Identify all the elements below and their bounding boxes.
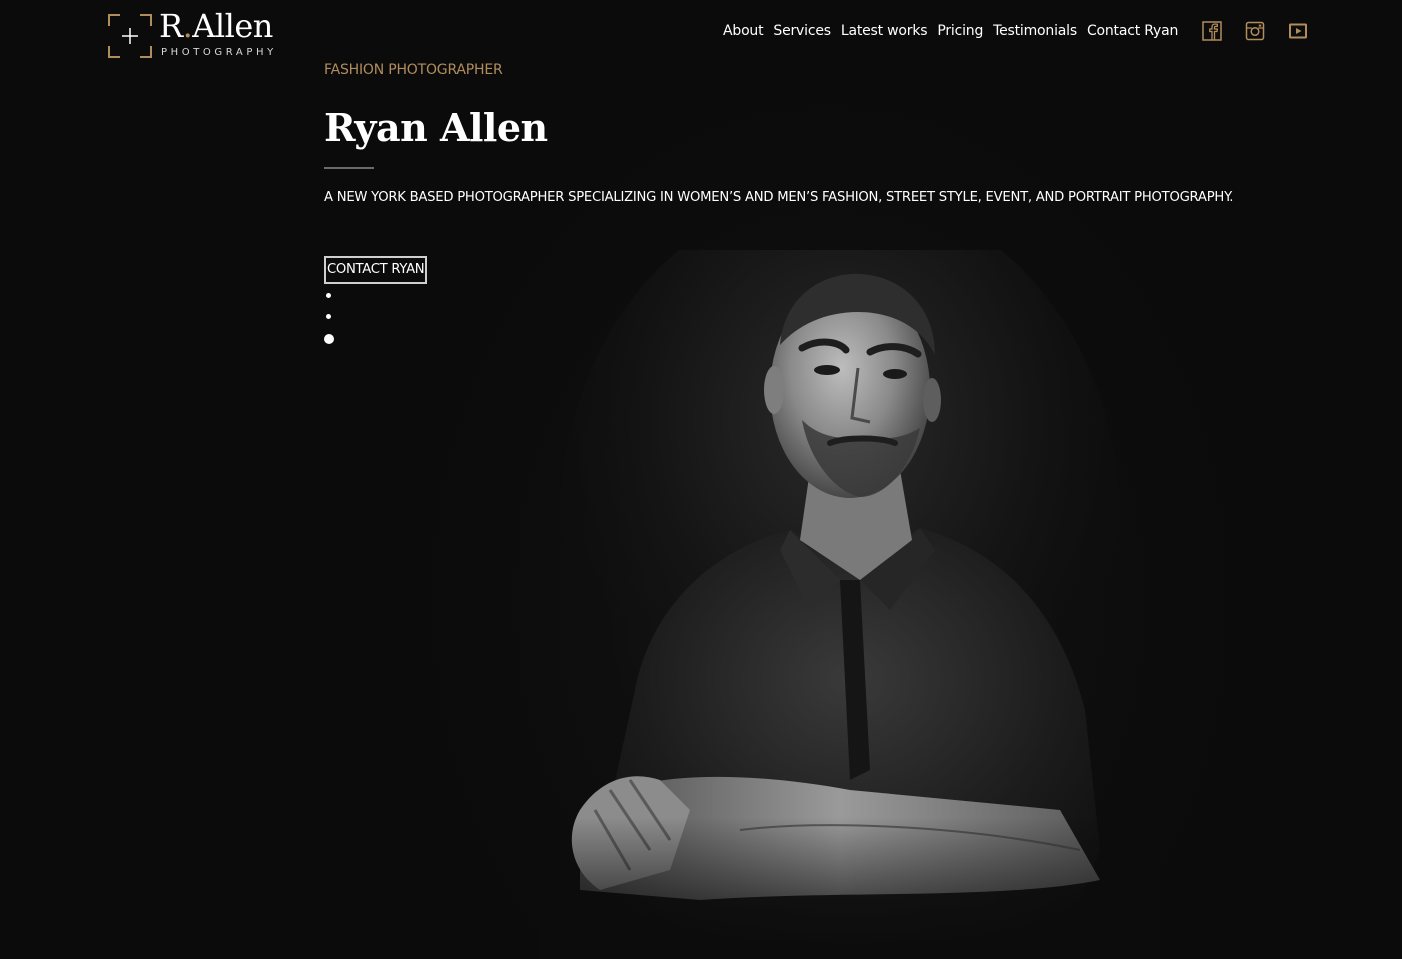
hero-title: Ryan Allen bbox=[324, 105, 548, 150]
brand-subtitle: PHOTOGRAPHY bbox=[161, 47, 277, 58]
nav-item-testimonials[interactable]: Testimonials bbox=[993, 21, 1077, 41]
hero-tagline: A NEW YORK BASED PHOTOGRAPHER SPECIALIZI… bbox=[324, 190, 1234, 205]
slider-dot-1[interactable] bbox=[326, 293, 331, 298]
title-divider bbox=[324, 167, 374, 169]
brand-title: R.Allen bbox=[159, 7, 273, 45]
nav-item-pricing[interactable]: Pricing bbox=[937, 21, 983, 41]
portrait-photo bbox=[540, 250, 1160, 959]
hero-eyebrow: FASHION PHOTOGRAPHER bbox=[324, 62, 503, 78]
youtube-icon[interactable] bbox=[1288, 21, 1308, 41]
instagram-icon[interactable] bbox=[1245, 21, 1265, 41]
nav-item-contact-ryan[interactable]: Contact Ryan bbox=[1087, 21, 1178, 41]
slider-dot-2[interactable] bbox=[326, 314, 331, 319]
nav-item-latest-works[interactable]: Latest works bbox=[841, 21, 928, 41]
camera-frame-icon bbox=[108, 14, 152, 58]
contact-ryan-button[interactable]: CONTACT RYAN bbox=[324, 256, 428, 284]
slider-dots bbox=[324, 290, 338, 350]
facebook-icon[interactable] bbox=[1202, 21, 1222, 41]
slider-dot-3-active[interactable] bbox=[324, 334, 334, 344]
nav-item-about[interactable]: About bbox=[723, 21, 764, 41]
brand-logo[interactable]: R.Allen PHOTOGRAPHY bbox=[108, 7, 288, 62]
main-nav: About Services Latest works Pricing Test… bbox=[723, 21, 1178, 41]
nav-item-services[interactable]: Services bbox=[773, 21, 831, 41]
page: R.Allen PHOTOGRAPHY About Services Lates… bbox=[0, 0, 1402, 959]
